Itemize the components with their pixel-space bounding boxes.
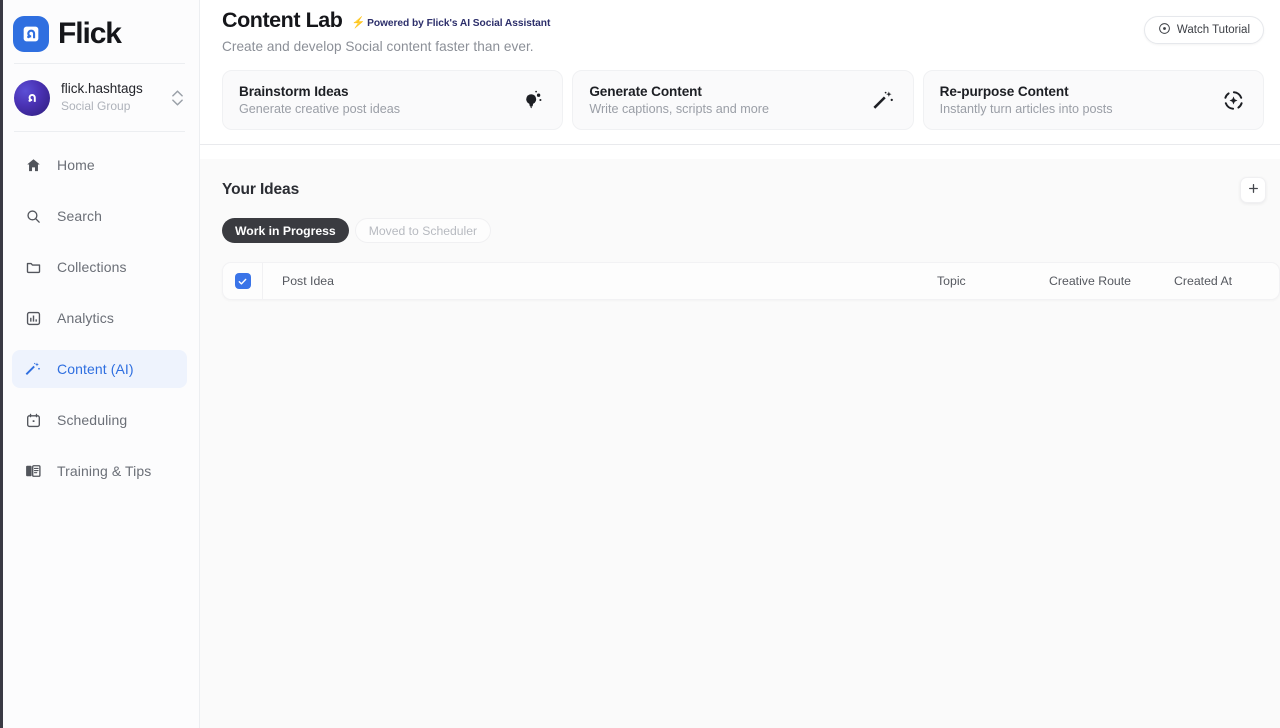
sidebar-item-label: Scheduling	[57, 412, 128, 428]
card-repurpose-content[interactable]: Re-purpose Content Instantly turn articl…	[922, 70, 1264, 130]
watch-tutorial-button[interactable]: Watch Tutorial	[1143, 16, 1264, 44]
magic-wand-icon	[24, 360, 42, 378]
card-text: Brainstorm Ideas Generate creative post …	[239, 84, 520, 116]
page-title: Content Lab	[222, 8, 343, 32]
sidebar-item-collections[interactable]: Collections	[12, 248, 187, 286]
tab-work-in-progress[interactable]: Work in Progress	[222, 218, 349, 243]
card-brainstorm-ideas[interactable]: Brainstorm Ideas Generate creative post …	[222, 70, 564, 130]
sidebar-item-label: Training & Tips	[57, 463, 152, 479]
book-icon	[24, 462, 42, 480]
title-row: Content Lab ⚡ Powered by Flick's AI Soci…	[222, 8, 1144, 33]
card-subtitle: Instantly turn articles into posts	[939, 102, 1113, 116]
your-ideas-title: Your Ideas	[222, 181, 300, 198]
home-icon	[24, 156, 42, 174]
sidebar-item-label: Collections	[57, 259, 127, 275]
ideas-table: Post Idea Topic Creative Route Created A…	[222, 262, 1280, 300]
column-header-post-idea[interactable]: Post Idea	[263, 274, 937, 288]
card-title: Brainstorm Ideas	[239, 84, 349, 99]
action-cards: Brainstorm Ideas Generate creative post …	[200, 54, 1280, 130]
search-icon	[24, 207, 42, 225]
app-root: Flick flick.hashtags Social Group Home S…	[0, 0, 1280, 728]
brand-name: Flick	[58, 16, 122, 50]
brand-logo[interactable]: Flick	[0, 0, 199, 58]
flick-logo-icon	[13, 15, 49, 52]
sidebar-item-scheduling[interactable]: Scheduling	[12, 401, 187, 439]
bar-chart-icon	[24, 309, 42, 327]
sidebar-item-label: Content (AI)	[57, 361, 134, 377]
card-text: Generate Content Write captions, scripts…	[589, 84, 870, 116]
page-subtitle: Create and develop Social content faster…	[222, 39, 534, 54]
ideas-tabs: Work in Progress Moved to Scheduler	[222, 218, 1266, 243]
card-title: Re-purpose Content	[939, 84, 1069, 99]
select-all-checkbox[interactable]	[234, 273, 251, 289]
folder-icon	[24, 258, 42, 276]
page-header-text: Content Lab ⚡ Powered by Flick's AI Soci…	[222, 8, 1144, 54]
sidebar-item-label: Search	[57, 208, 102, 224]
sidebar-item-label: Home	[57, 157, 95, 173]
account-name: flick.hashtags	[61, 81, 143, 97]
section-divider	[200, 144, 1280, 145]
page-header: Content Lab ⚡ Powered by Flick's AI Soci…	[200, 0, 1280, 54]
add-idea-button[interactable]	[1240, 177, 1266, 203]
sidebar-item-analytics[interactable]: Analytics	[12, 299, 187, 337]
refresh-sparkle-icon	[1221, 87, 1247, 113]
account-text: flick.hashtags Social Group	[61, 81, 161, 114]
window-edge-strip	[0, 0, 3, 728]
main-content: Content Lab ⚡ Powered by Flick's AI Soci…	[200, 0, 1280, 728]
powered-badge: ⚡ Powered by Flick's AI Social Assistant	[351, 17, 551, 30]
column-header-created-at[interactable]: Created At	[1174, 274, 1279, 288]
account-switcher[interactable]: flick.hashtags Social Group	[0, 64, 199, 122]
sidebar-item-label: Analytics	[57, 310, 114, 326]
sidebar-item-content-ai[interactable]: Content (AI)	[12, 350, 187, 388]
account-avatar	[14, 80, 50, 116]
column-header-creative-route[interactable]: Creative Route	[1049, 274, 1174, 288]
powered-badge-label: Powered by Flick's AI Social Assistant	[367, 18, 551, 29]
card-subtitle: Write captions, scripts and more	[589, 102, 769, 116]
plus-icon	[1247, 182, 1260, 198]
sidebar-item-home[interactable]: Home	[12, 146, 187, 184]
tab-moved-to-scheduler[interactable]: Moved to Scheduler	[354, 218, 492, 243]
card-generate-content[interactable]: Generate Content Write captions, scripts…	[572, 70, 914, 130]
sidebar-item-training-tips[interactable]: Training & Tips	[12, 452, 187, 490]
ideas-table-header-row: Post Idea Topic Creative Route Created A…	[222, 262, 1280, 300]
card-subtitle: Generate creative post ideas	[239, 102, 401, 116]
sidebar-item-search[interactable]: Search	[12, 197, 187, 235]
sidebar-nav: Home Search Collections Analytics Conten…	[0, 132, 199, 490]
card-title: Generate Content	[589, 84, 702, 99]
chevron-up-down-icon[interactable]	[172, 90, 185, 106]
card-text: Re-purpose Content Instantly turn articl…	[940, 84, 1221, 116]
sidebar: Flick flick.hashtags Social Group Home S…	[0, 0, 200, 728]
your-ideas-header: Your Ideas	[222, 177, 1266, 203]
your-ideas-section: Your Ideas Work in Progress Moved to Sch…	[200, 159, 1280, 728]
calendar-icon	[24, 411, 42, 429]
column-header-topic[interactable]: Topic	[937, 274, 1049, 288]
account-subtitle: Social Group	[61, 99, 131, 114]
lightbulb-sparkle-icon	[520, 87, 546, 113]
page-topbar: Content Lab ⚡ Powered by Flick's AI Soci…	[200, 0, 1280, 159]
magic-wand-sparkle-icon	[871, 87, 897, 113]
watch-tutorial-label: Watch Tutorial	[1176, 24, 1250, 36]
select-all-cell	[223, 263, 263, 299]
play-circle-icon	[1158, 22, 1171, 38]
lightning-bolt-icon: ⚡	[351, 17, 366, 29]
